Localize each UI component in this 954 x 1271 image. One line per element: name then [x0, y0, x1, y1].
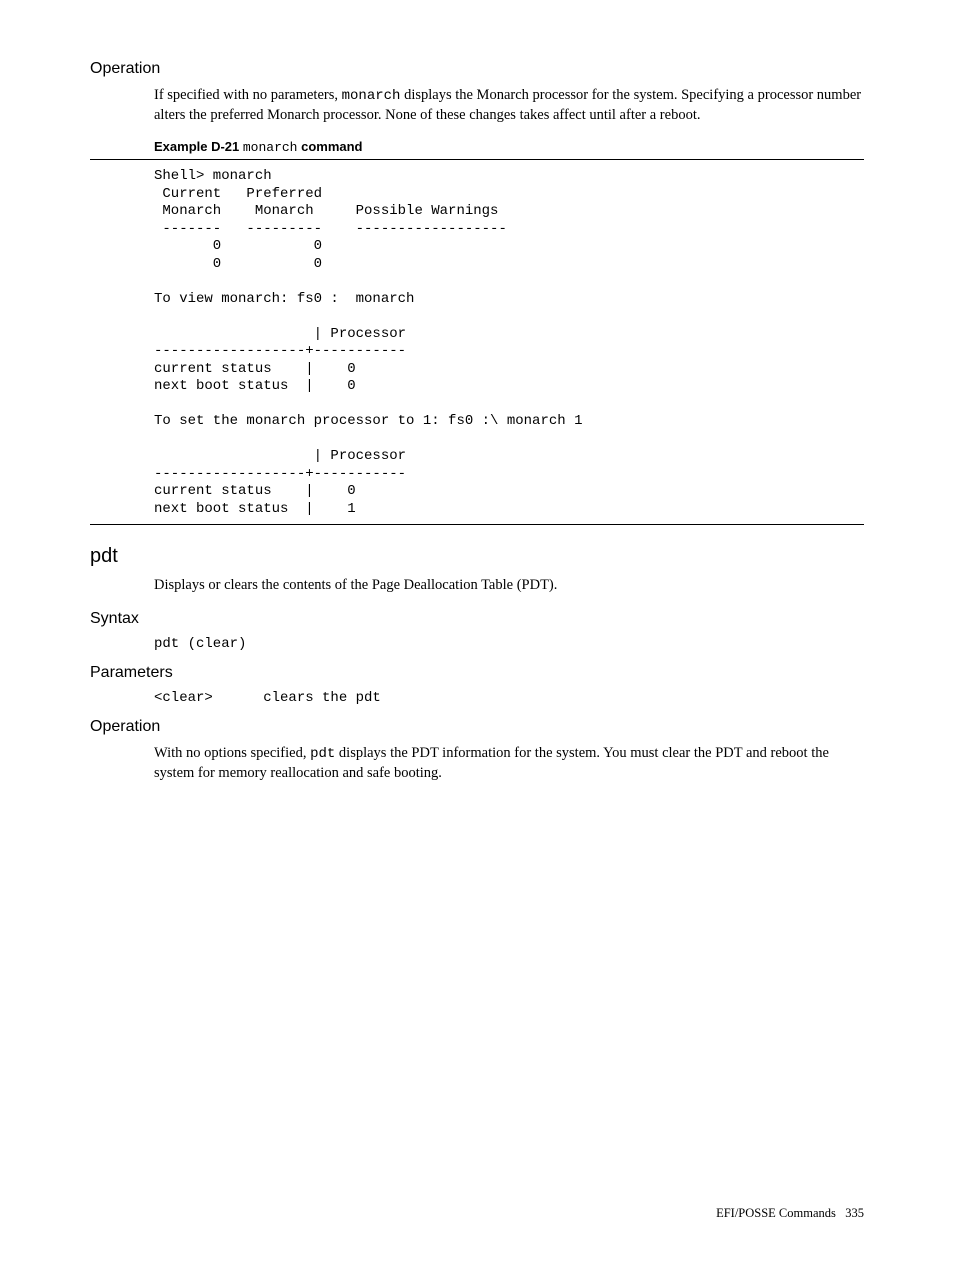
syntax-code: pdt (clear)	[90, 636, 864, 652]
operation-heading-1: Operation	[90, 60, 864, 78]
operation-heading-2: Operation	[90, 718, 864, 736]
example-suffix: command	[297, 139, 362, 154]
operation-text-1: If specified with no parameters, monarch…	[90, 86, 864, 125]
example-code-block: Shell> monarch Current Preferred Monarch…	[90, 162, 864, 525]
footer-page-number: 335	[845, 1206, 864, 1220]
pdt-description: Displays or clears the contents of the P…	[90, 576, 864, 596]
inline-code: pdt	[310, 746, 335, 762]
inline-code: monarch	[342, 88, 401, 104]
parameters-code: <clear> clears the pdt	[90, 690, 864, 706]
parameters-heading: Parameters	[90, 664, 864, 682]
example-mono: monarch	[243, 140, 298, 155]
page-footer: EFI/POSSE Commands 335	[716, 1206, 864, 1221]
operation-text-2: With no options specified, pdt displays …	[90, 744, 864, 783]
text-fragment: If specified with no parameters,	[154, 87, 342, 103]
example-prefix: Example D-21	[154, 139, 243, 154]
footer-text: EFI/POSSE Commands	[716, 1206, 836, 1220]
example-label: Example D-21 monarch command	[90, 139, 864, 160]
text-fragment: With no options specified,	[154, 745, 310, 761]
syntax-heading: Syntax	[90, 610, 864, 628]
pdt-heading: pdt	[90, 545, 864, 568]
